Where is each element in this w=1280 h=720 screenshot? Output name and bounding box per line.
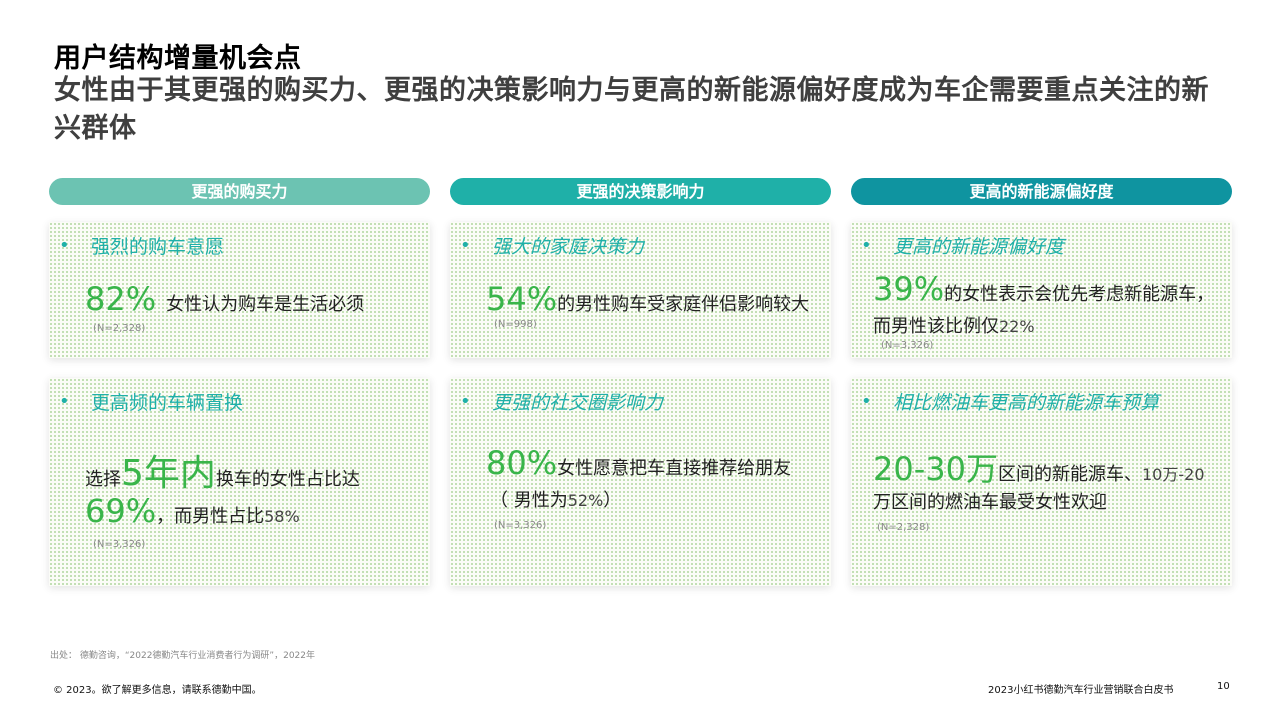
card-purchase-intent: • 强烈的购车意愿 82% 女性认为购车是生活必须 (N=2,328) <box>49 222 430 358</box>
card-nev-budget: • 相比燃油车更高的新能源车预算 20-30万 区间的新能源车、 10万-20 … <box>851 378 1232 586</box>
bullet-icon: • <box>861 391 872 412</box>
source-note: 出处： 德勤咨询，“2022德勤汽车行业消费者行为调研”，2022年 <box>50 651 315 661</box>
stat-text: 区间的新能源车、 <box>998 464 1142 485</box>
stat-text: 的女性表示会优先考虑新能源车， <box>944 284 1215 305</box>
sample-size: (N=2,328) <box>93 323 146 334</box>
sample-size: (N=3,326) <box>494 520 547 531</box>
stat-text: 的男性购车受家庭伴侣影响较大 <box>557 294 810 315</box>
stat-compare-value: 52% <box>567 491 604 510</box>
stat-value: 69% <box>85 492 157 530</box>
sample-size: (N=998) <box>494 319 537 330</box>
stat-range-value: 10万-20 <box>1142 465 1205 484</box>
stat-text: 女性认为购车是生活必须 <box>166 294 365 315</box>
stat-compare-value: 22% <box>999 317 1035 336</box>
page-title: 用户结构增量机会点 <box>54 43 302 74</box>
stat-value: 54% <box>486 280 558 318</box>
stat-value: 82% <box>85 280 157 318</box>
bullet-icon: • <box>59 235 70 256</box>
column-header-purchasing-power: 更强的购买力 <box>49 178 430 205</box>
stat-text-line2: 而男性该比例仅 <box>873 316 999 337</box>
stat-highlight: 5年内 <box>121 453 216 494</box>
stat-text-line2: 万区间的燃油车最受女性欢迎 <box>873 492 1107 513</box>
stat-text: 换车的女性占比达 <box>215 469 360 490</box>
stat-value: 39% <box>873 270 945 308</box>
stat-prefix: 选择 <box>85 469 121 490</box>
bullet-icon: • <box>861 235 872 256</box>
stat-text-line2-end: ） <box>603 490 622 511</box>
sample-size: (N=3,326) <box>881 340 934 351</box>
card-heading: 更高的新能源偏好度 <box>893 236 1065 258</box>
stat-value: 20-30万 <box>873 450 998 488</box>
column-header-decision-influence: 更强的决策影响力 <box>450 178 831 205</box>
report-title: 2023小红书德勤汽车行业营销联合白皮书 <box>988 685 1174 696</box>
column-header-nev-preference: 更高的新能源偏好度 <box>851 178 1232 205</box>
card-heading: 强烈的购车意愿 <box>91 236 225 258</box>
card-heading: 相比燃油车更高的新能源车预算 <box>893 392 1160 414</box>
sample-size: (N=2,328) <box>877 522 930 533</box>
card-heading: 更强的社交圈影响力 <box>492 392 664 414</box>
stat-compare-value: 58% <box>264 507 300 526</box>
card-heading: 强大的家庭决策力 <box>492 236 645 258</box>
sample-size: (N=3,326) <box>93 539 146 550</box>
stat-text-line2: ，而男性占比 <box>156 506 265 527</box>
card-family-decision: • 强大的家庭决策力 54% 的男性购车受家庭伴侣影响较大 (N=998) <box>450 222 831 358</box>
stat-text: 女性愿意把车直接推荐给朋友 <box>557 458 792 479</box>
card-nev-preference: • 更高的新能源偏好度 39% 的女性表示会优先考虑新能源车， 而男性该比例仅 … <box>851 222 1232 358</box>
card-social-influence: • 更强的社交圈影响力 80% 女性愿意把车直接推荐给朋友 （ 男性为 52% … <box>450 378 831 586</box>
page-number: 10 <box>1217 681 1230 692</box>
stat-value: 80% <box>486 444 558 482</box>
bullet-icon: • <box>460 391 471 412</box>
bullet-icon: • <box>460 235 471 256</box>
bullet-icon: • <box>59 391 70 412</box>
copyright: © 2023。欲了解更多信息，请联系德勤中国。 <box>53 685 262 696</box>
card-heading: 更高频的车辆置换 <box>91 392 244 414</box>
page-subtitle: 女性由于其更强的购买力、更强的决策影响力与更高的新能源偏好度成为车企需要重点关注… <box>54 75 1209 144</box>
stat-text-line2: （ 男性为 <box>490 490 568 511</box>
card-vehicle-replacement: • 更高频的车辆置换 选择 5年内 换车的女性占比达 69% ，而男性占比 58… <box>49 378 430 586</box>
